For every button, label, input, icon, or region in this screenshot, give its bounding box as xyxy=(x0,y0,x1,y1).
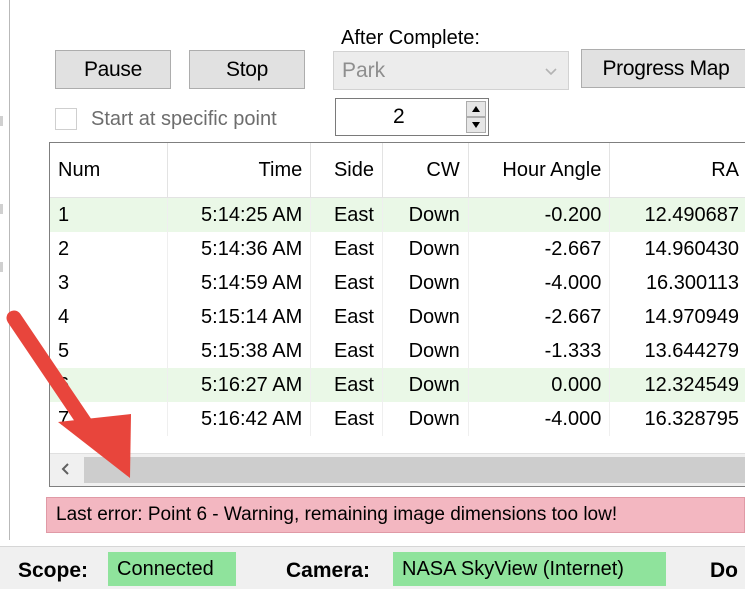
status-strip: Scope: Connected Camera: NASA SkyView (I… xyxy=(0,546,745,589)
cell-side: East xyxy=(310,368,383,402)
cell-side: East xyxy=(310,402,383,436)
cell-num: 2 xyxy=(50,232,168,266)
start-point-stepper[interactable]: 2 xyxy=(335,98,489,136)
arrow-down-icon xyxy=(472,122,480,128)
cell-time: 5:15:14 AM xyxy=(167,300,312,334)
edge-marker xyxy=(0,204,3,214)
col-header-side[interactable]: Side xyxy=(310,143,383,198)
cell-side: East xyxy=(310,300,383,334)
cell-num: 1 xyxy=(50,197,168,232)
cell-side: East xyxy=(310,334,383,368)
camera-label: Camera: xyxy=(286,559,371,582)
cell-hour-angle: -0.200 xyxy=(468,197,611,232)
cell-ra: 12.490687 xyxy=(609,197,745,232)
cell-num: 3 xyxy=(50,266,168,300)
stop-button[interactable]: Stop xyxy=(189,50,305,89)
cell-time: 5:16:27 AM xyxy=(167,368,312,402)
edge-marker xyxy=(0,262,3,272)
after-complete-value: Park xyxy=(342,59,386,82)
cell-time: 5:14:25 AM xyxy=(167,197,312,232)
cell-num: 4 xyxy=(50,300,168,334)
table-row[interactable]: 5 5:15:38 AM East Down -1.333 13.644279 xyxy=(50,334,745,368)
next-status-label: Do xyxy=(710,559,738,582)
cell-cw: Down xyxy=(382,334,469,368)
table-row[interactable]: 6 5:16:27 AM East Down 0.000 12.324549 xyxy=(50,368,745,402)
scope-label: Scope: xyxy=(18,559,89,582)
cell-side: East xyxy=(310,232,383,266)
cell-time: 5:16:42 AM xyxy=(167,402,312,436)
cell-cw: Down xyxy=(382,300,469,334)
chevron-left-icon[interactable] xyxy=(60,462,70,476)
cell-ra: 12.324549 xyxy=(609,368,745,402)
col-header-cw[interactable]: CW xyxy=(382,143,469,198)
col-header-time[interactable]: Time xyxy=(167,143,312,198)
cell-hour-angle: -2.667 xyxy=(468,232,611,266)
col-header-num[interactable]: Num xyxy=(50,143,168,198)
table-header-row: Num Time Side CW Hour Angle RA xyxy=(50,143,745,198)
horizontal-scrollbar[interactable] xyxy=(50,453,745,486)
col-header-ra[interactable]: RA xyxy=(609,143,745,198)
col-header-hour-angle[interactable]: Hour Angle xyxy=(468,143,611,198)
after-complete-dropdown[interactable]: Park xyxy=(333,51,569,90)
cell-hour-angle: -4.000 xyxy=(468,402,611,436)
cell-time: 5:14:59 AM xyxy=(167,266,312,300)
progress-map-button[interactable]: Progress Map xyxy=(581,49,745,88)
start-point-value: 2 xyxy=(393,105,405,128)
cell-ra: 16.300113 xyxy=(609,266,745,300)
table-row[interactable]: 3 5:14:59 AM East Down -4.000 16.300113 xyxy=(50,266,745,300)
cell-num: 7 xyxy=(50,402,168,436)
cell-ra: 13.644279 xyxy=(609,334,745,368)
cell-cw: Down xyxy=(382,232,469,266)
scrollbar-thumb[interactable] xyxy=(84,457,745,483)
cell-cw: Down xyxy=(382,266,469,300)
cell-ra: 14.960430 xyxy=(609,232,745,266)
edge-marker xyxy=(0,116,3,126)
chevron-down-icon xyxy=(545,68,557,76)
stepper-up-button[interactable] xyxy=(466,101,486,117)
cell-num: 5 xyxy=(50,334,168,368)
cell-ra: 16.328795 xyxy=(609,402,745,436)
cell-hour-angle: -4.000 xyxy=(468,266,611,300)
table-row[interactable]: 7 5:16:42 AM East Down -4.000 16.328795 xyxy=(50,402,745,436)
arrow-up-icon xyxy=(472,106,480,112)
cell-time: 5:15:38 AM xyxy=(167,334,312,368)
cell-hour-angle: -2.667 xyxy=(468,300,611,334)
cell-cw: Down xyxy=(382,402,469,436)
cell-hour-angle: -1.333 xyxy=(468,334,611,368)
last-error-message: Last error: Point 6 - Warning, remaining… xyxy=(46,497,745,533)
cell-time: 5:14:36 AM xyxy=(167,232,312,266)
camera-status-badge: NASA SkyView (Internet) xyxy=(393,552,666,586)
table-row[interactable]: 1 5:14:25 AM East Down -0.200 12.490687 xyxy=(50,197,745,232)
pause-button[interactable]: Pause xyxy=(55,50,171,89)
scope-status-badge: Connected xyxy=(108,552,236,586)
table-row[interactable]: 4 5:15:14 AM East Down -2.667 14.970949 xyxy=(50,300,745,334)
points-table[interactable]: Num Time Side CW Hour Angle RA 1 5:14:25 … xyxy=(49,142,745,487)
cell-cw: Down xyxy=(382,197,469,232)
start-point-checkbox[interactable] xyxy=(55,108,77,130)
cell-hour-angle: 0.000 xyxy=(468,368,611,402)
table-row[interactable]: 2 5:14:36 AM East Down -2.667 14.960430 xyxy=(50,232,745,266)
cell-num: 6 xyxy=(50,368,168,402)
cell-side: East xyxy=(310,197,383,232)
after-complete-label: After Complete: xyxy=(341,27,480,49)
cell-cw: Down xyxy=(382,368,469,402)
cell-ra: 14.970949 xyxy=(609,300,745,334)
cell-side: East xyxy=(310,266,383,300)
stepper-down-button[interactable] xyxy=(466,117,486,133)
start-point-label: Start at specific point xyxy=(91,108,277,130)
